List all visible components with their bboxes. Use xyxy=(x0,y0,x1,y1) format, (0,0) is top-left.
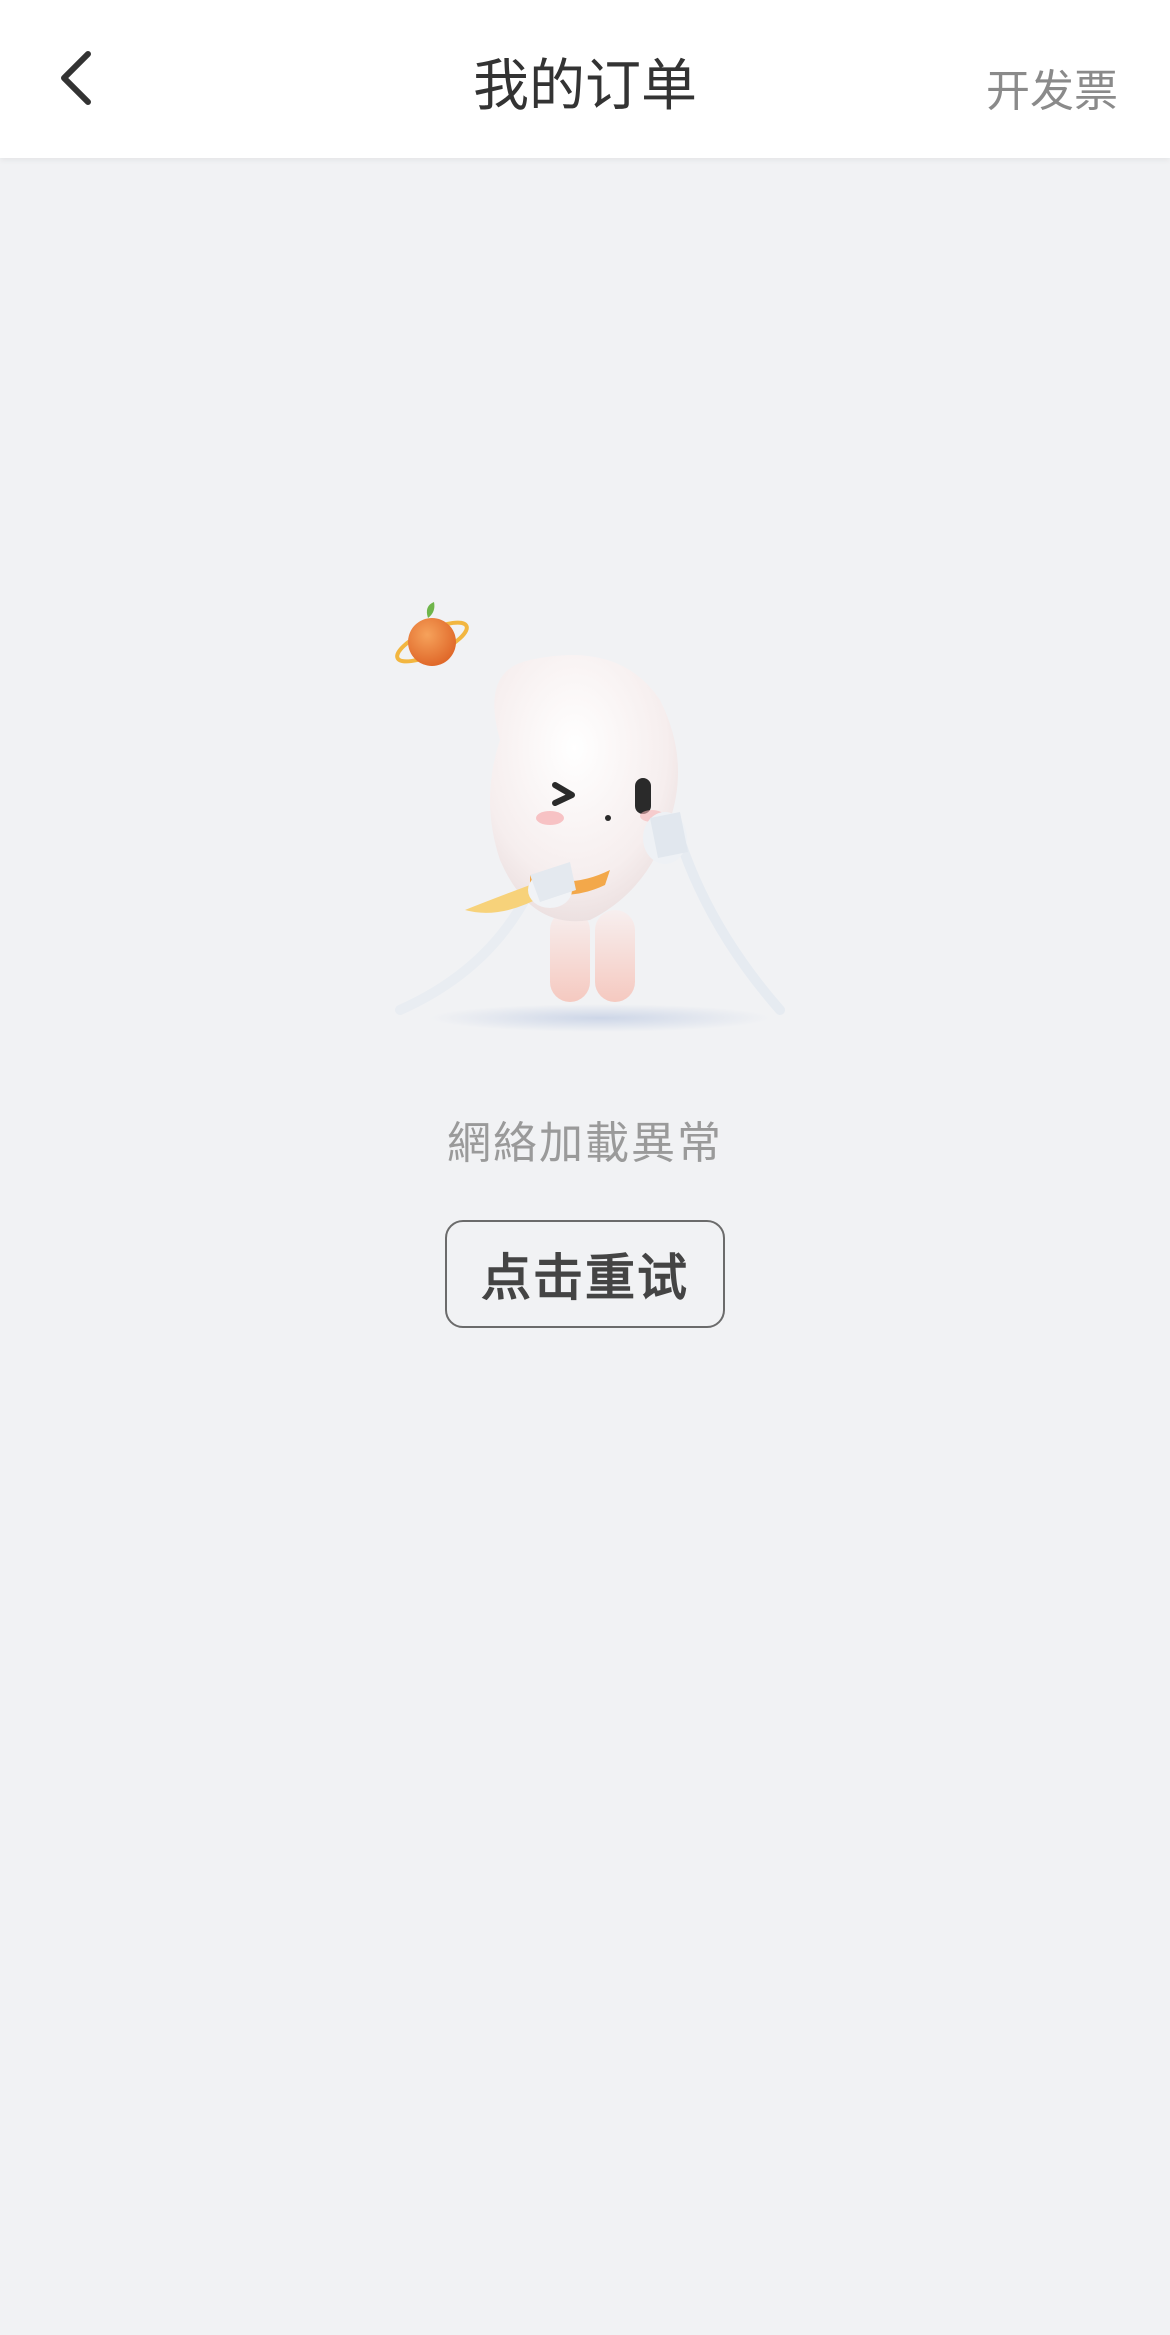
retry-button[interactable]: 点击重试 xyxy=(445,1220,725,1328)
network-error-illustration xyxy=(380,590,820,1050)
orange-planet-icon xyxy=(395,602,469,666)
invoice-button[interactable]: 开发票 xyxy=(986,64,1118,120)
order-page: 我的订单 开发票 網絡加載異常 点击重试 xyxy=(0,0,1170,2335)
network-error-message: 網絡加載異常 xyxy=(447,1118,723,1169)
nav-bar: 我的订单 开发票 xyxy=(0,0,1170,158)
